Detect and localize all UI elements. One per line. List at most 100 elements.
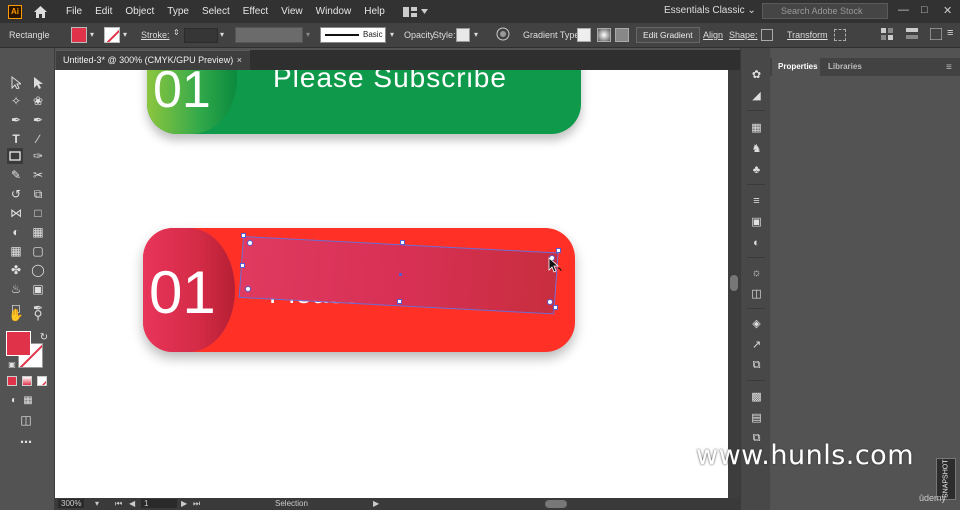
symbols-icon[interactable]: ♣	[750, 163, 763, 176]
workspace-switcher[interactable]: Essentials Classic ⌄	[664, 5, 756, 16]
magic-wand-icon[interactable]: ✧	[8, 93, 24, 109]
selection-tool-icon[interactable]	[8, 74, 24, 90]
menu-object[interactable]: Object	[125, 6, 154, 17]
isolate-icon[interactable]	[834, 29, 846, 41]
layout-icon[interactable]	[929, 27, 943, 42]
rectangle-tool-icon[interactable]	[7, 148, 23, 164]
bounding-handle[interactable]	[240, 263, 245, 268]
close-window-icon[interactable]: ✕	[943, 4, 952, 17]
menu-help[interactable]: Help	[364, 6, 385, 17]
swatches-icon[interactable]: ▦	[750, 121, 763, 134]
bounding-handle[interactable]	[397, 299, 402, 304]
symbol-sprayer-icon[interactable]: ♨	[8, 281, 24, 297]
hand-tool-icon[interactable]: ✋	[8, 307, 24, 323]
artboard-number[interactable]: 1	[141, 499, 177, 508]
status-menu-icon[interactable]: ▶	[373, 499, 379, 508]
artboard-canvas[interactable]: 01 Please Subscribe 01 Please S	[55, 70, 728, 498]
menu-file[interactable]: File	[66, 6, 82, 17]
brushes-icon[interactable]: ♞	[750, 142, 763, 155]
stroke-stepper-icon[interactable]: ⇕	[173, 28, 180, 37]
perspective-grid-icon[interactable]: ▦	[30, 224, 46, 240]
rotate-tool-icon[interactable]: ↺	[8, 186, 24, 202]
stock-search-input[interactable]: Search Adobe Stock	[762, 3, 888, 19]
corner-widget[interactable]	[547, 299, 553, 305]
menu-view[interactable]: View	[281, 6, 303, 17]
fill-dropdown-icon[interactable]: ▾	[90, 30, 94, 39]
zoom-level[interactable]: 300%	[58, 499, 85, 508]
export-icon[interactable]: ↗	[750, 338, 763, 351]
layers-panel-icon[interactable]: ◈	[750, 317, 763, 330]
graphic-styles-icon[interactable]: ◫	[750, 287, 763, 300]
brush-definition[interactable]: Basic	[320, 27, 386, 43]
align-link[interactable]: Align	[703, 30, 723, 40]
menu-window[interactable]: Window	[316, 6, 352, 17]
shape-link[interactable]: Shape:	[729, 30, 758, 40]
prev-artboard-icon[interactable]: ◀	[129, 499, 135, 508]
stroke-panel-icon[interactable]: ≡	[750, 194, 763, 207]
first-artboard-icon[interactable]: ⏮	[115, 499, 122, 509]
stroke-dropdown-icon[interactable]: ▾	[123, 30, 127, 39]
pen-tool-icon[interactable]: ✒	[8, 112, 24, 128]
arrange-icon[interactable]	[881, 28, 893, 42]
graphic-style-swatch[interactable]	[456, 28, 470, 42]
opacity-label[interactable]: Opacity	[404, 30, 435, 40]
menu-edit[interactable]: Edit	[95, 6, 112, 17]
shape-builder-icon[interactable]: ◐	[8, 224, 24, 240]
blend-tool-icon[interactable]: ◯	[30, 262, 46, 278]
bounding-handle[interactable]	[556, 248, 561, 253]
stroke-weight-dropdown-icon[interactable]: ▾	[220, 30, 224, 39]
vertical-scrollbar[interactable]	[728, 70, 740, 498]
recolor-icon[interactable]	[496, 27, 510, 43]
edit-toolbar-icon[interactable]: ⋯	[18, 434, 34, 450]
fill-color-box[interactable]	[6, 331, 31, 356]
green-subscribe-button-artwork[interactable]: 01 Please Subscribe	[147, 70, 581, 134]
close-tab-icon[interactable]: ×	[237, 51, 242, 70]
color-panel-icon[interactable]: ✿	[750, 68, 763, 81]
style-dropdown-icon[interactable]: ▾	[474, 30, 478, 39]
transparency-panel-icon[interactable]: ◐	[750, 236, 763, 249]
tab-properties[interactable]: Properties	[778, 62, 818, 71]
scissors-icon[interactable]: ✂	[30, 167, 46, 183]
transform-link[interactable]: Transform	[787, 30, 828, 40]
paintbrush-icon[interactable]: ✑	[30, 148, 46, 164]
bounding-handle[interactable]	[400, 240, 405, 245]
radial-gradient-icon[interactable]	[597, 28, 611, 42]
transform-panel-icon[interactable]: ▩	[750, 390, 763, 403]
none-mode-icon[interactable]	[37, 376, 47, 386]
arrange-documents-icon[interactable]	[402, 6, 428, 17]
color-guide-icon[interactable]: ◢	[750, 89, 763, 102]
variable-width-profile[interactable]	[235, 27, 303, 43]
menu-select[interactable]: Select	[202, 6, 230, 17]
shape-properties-icon[interactable]	[761, 29, 773, 41]
color-mode-icon[interactable]	[7, 376, 17, 386]
eyedropper-icon[interactable]: ✤	[8, 262, 24, 278]
menu-type[interactable]: Type	[167, 6, 189, 17]
corner-widget[interactable]	[247, 240, 253, 246]
linear-gradient-icon[interactable]	[577, 28, 591, 42]
document-tab[interactable]: Untitled-3* @ 300% (CMYK/GPU Preview) ×	[56, 50, 250, 70]
bounding-handle[interactable]	[241, 233, 246, 238]
vertical-scroll-thumb[interactable]	[730, 275, 738, 291]
stroke-weight-field[interactable]	[184, 28, 218, 43]
width-tool-icon[interactable]: ⋈	[8, 205, 24, 221]
default-colors-icon[interactable]: ▣	[4, 356, 20, 372]
scale-tool-icon[interactable]: ⧉	[30, 186, 46, 202]
screen-mode-icon[interactable]: ◫	[18, 412, 34, 428]
graph-tool-icon[interactable]: ▣	[30, 281, 46, 297]
profile-dropdown-icon[interactable]: ▾	[306, 30, 310, 39]
curvature-tool-icon[interactable]: ✒	[30, 112, 46, 128]
align-panel-icon[interactable]: ▤	[750, 411, 763, 424]
lasso-icon[interactable]: ❀	[30, 93, 46, 109]
swap-colors-icon[interactable]: ↻	[36, 329, 52, 345]
gradient-mode-icon[interactable]	[22, 376, 32, 386]
maximize-icon[interactable]: □	[921, 4, 928, 16]
menu-effect[interactable]: Effect	[243, 6, 268, 17]
direct-selection-tool-icon[interactable]	[30, 74, 46, 90]
gradient-tool-icon[interactable]: ▢	[30, 243, 46, 259]
shaper-tool-icon[interactable]: ✎	[8, 167, 24, 183]
distribute-icon[interactable]	[906, 28, 918, 42]
minimize-icon[interactable]: —	[898, 4, 909, 16]
tab-libraries[interactable]: Libraries	[828, 62, 862, 71]
line-tool-icon[interactable]: ∕	[30, 131, 46, 147]
gradient-panel-icon[interactable]: ▣	[750, 215, 763, 228]
